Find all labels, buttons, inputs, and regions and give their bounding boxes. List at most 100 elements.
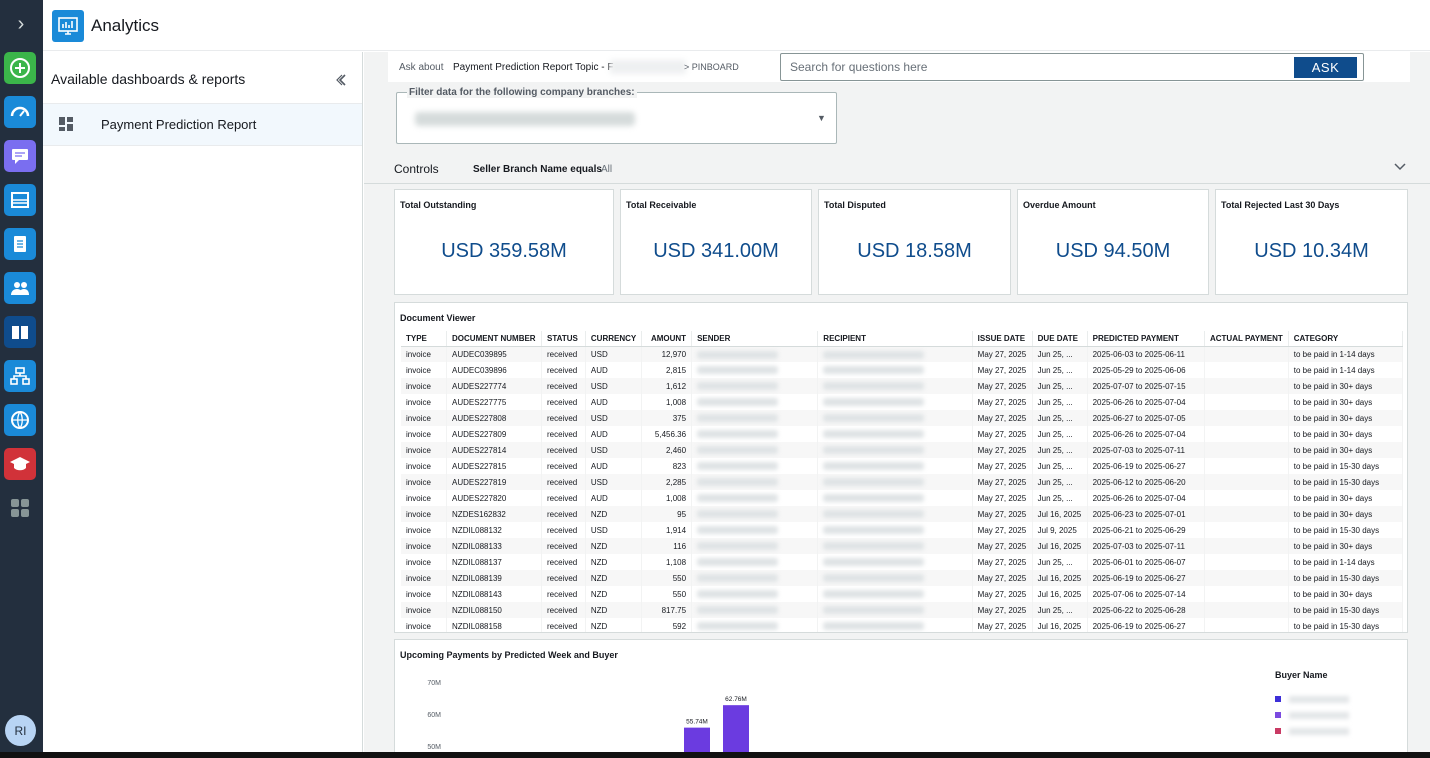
- table-row[interactable]: invoice AUDES227819 received USD 2,285 May 27…: [401, 474, 1404, 490]
- redacted-cell: [691, 554, 819, 570]
- table-cell: 375: [641, 410, 693, 426]
- table-cell: received: [541, 586, 586, 602]
- table-row[interactable]: invoice AUDES227809 received AUD 5,456.36 May…: [401, 426, 1404, 442]
- table-cell: invoice: [401, 618, 448, 632]
- branch-filter-dropdown[interactable]: Filter data for the following company br…: [396, 87, 837, 144]
- column-header[interactable]: DOCUMENT NUMBER: [446, 331, 542, 347]
- kpi-card[interactable]: Total Outstanding USD 359.58M: [394, 189, 614, 295]
- graduation-cap-icon[interactable]: [4, 448, 36, 480]
- column-header[interactable]: DUE DATE: [1032, 331, 1088, 347]
- table-cell: received: [541, 346, 586, 362]
- redacted-cell: [817, 618, 973, 632]
- dashboard-gauge-icon[interactable]: [4, 96, 36, 128]
- redacted-legend-label: [1289, 727, 1349, 735]
- column-header[interactable]: ISSUE DATE: [972, 331, 1033, 347]
- table-row[interactable]: invoice NZDIL088132 received USD 1,914 May 27…: [401, 522, 1404, 538]
- collapse-icon[interactable]: [335, 72, 351, 88]
- hierarchy-icon[interactable]: [4, 360, 36, 392]
- chevron-right-icon[interactable]: ›: [11, 13, 31, 35]
- dashboard-item-payment-prediction-report[interactable]: Payment Prediction Report: [43, 104, 362, 146]
- column-header[interactable]: SENDER: [691, 331, 819, 347]
- table-cell: [1204, 618, 1289, 632]
- pinboard-breadcrumb[interactable]: > PINBOARD: [684, 62, 739, 72]
- kpi-title: Total Disputed: [824, 200, 886, 210]
- redacted-cell: [817, 538, 973, 554]
- table-cell: Jun 25, ...: [1032, 602, 1088, 618]
- kpi-card[interactable]: Total Rejected Last 30 Days USD 10.34M: [1215, 189, 1408, 295]
- table-cell: Jun 25, ...: [1032, 378, 1088, 394]
- table-row[interactable]: invoice AUDEC039895 received USD 12,970 May 2…: [401, 346, 1404, 362]
- legend-item[interactable]: [1275, 691, 1349, 707]
- table-row[interactable]: invoice AUDES227774 received USD 1,612 May 27…: [401, 378, 1404, 394]
- table-cell: 2025-06-23 to 2025-07-01: [1087, 506, 1205, 522]
- kpi-value: USD 10.34M: [1254, 240, 1369, 262]
- topic-link[interactable]: Payment Prediction Report Topic - F: [453, 62, 613, 73]
- inbox-icon[interactable]: [4, 184, 36, 216]
- table-row[interactable]: invoice AUDES227808 received USD 375 May 27, …: [401, 410, 1404, 426]
- legend-item[interactable]: [1275, 707, 1349, 723]
- table-cell: AUDES227774: [446, 378, 542, 394]
- globe-icon[interactable]: [4, 404, 36, 436]
- table-row[interactable]: invoice NZDIL088133 received NZD 116 May 27, …: [401, 538, 1404, 554]
- legend-item[interactable]: [1275, 723, 1349, 739]
- table-cell: USD: [585, 346, 643, 362]
- control-condition: Seller Branch Name equals: [473, 164, 602, 175]
- apps-grid-icon[interactable]: [4, 492, 36, 524]
- column-header[interactable]: PREDICTED PAYMENT: [1087, 331, 1205, 347]
- table-row[interactable]: invoice NZDIL088137 received NZD 1,108 May 27…: [401, 554, 1404, 570]
- table-row[interactable]: invoice NZDIL088143 received NZD 550 May 27, …: [401, 586, 1404, 602]
- column-header[interactable]: CURRENCY: [585, 331, 643, 347]
- add-icon[interactable]: [4, 52, 36, 84]
- clipboard-icon[interactable]: [4, 228, 36, 260]
- table-cell: NZDIL088132: [446, 522, 542, 538]
- table-row[interactable]: invoice AUDES227815 received AUD 823 May 27, …: [401, 458, 1404, 474]
- legend-title: Buyer Name: [1275, 670, 1328, 680]
- table-cell: invoice: [401, 410, 448, 426]
- table-cell: 2,815: [641, 362, 693, 378]
- kpi-title: Total Rejected Last 30 Days: [1221, 200, 1340, 210]
- kpi-card[interactable]: Total Disputed USD 18.58M: [818, 189, 1011, 295]
- table-cell: received: [541, 602, 586, 618]
- kpi-card[interactable]: Total Receivable USD 341.00M: [620, 189, 812, 295]
- caret-down-icon[interactable]: ▼: [817, 113, 826, 123]
- column-header[interactable]: RECIPIENT: [817, 331, 973, 347]
- controls-bar[interactable]: Controls Seller Branch Name equals All: [364, 154, 1430, 184]
- table-cell: NZDIL088137: [446, 554, 542, 570]
- table-row[interactable]: invoice NZDES162832 received NZD 95 May 27, 2…: [401, 506, 1404, 522]
- table-cell: received: [541, 442, 586, 458]
- table-cell: May 27, 2025: [972, 442, 1033, 458]
- table-row[interactable]: invoice NZDIL088158 received NZD 592 May 27, …: [401, 618, 1404, 632]
- table-cell: AUD: [585, 394, 643, 410]
- table-row[interactable]: invoice NZDIL088150 received NZD 817.75 May 2…: [401, 602, 1404, 618]
- column-header[interactable]: CATEGORY: [1288, 331, 1404, 347]
- column-header[interactable]: STATUS: [541, 331, 586, 347]
- table-cell: received: [541, 522, 586, 538]
- table-row[interactable]: invoice AUDES227820 received AUD 1,008 May 27…: [401, 490, 1404, 506]
- chevron-down-icon[interactable]: [1394, 160, 1406, 175]
- table-cell: 1,612: [641, 378, 693, 394]
- kpi-card[interactable]: Overdue Amount USD 94.50M: [1017, 189, 1209, 295]
- column-header[interactable]: TYPE: [401, 331, 448, 347]
- table-row[interactable]: invoice NZDIL088139 received NZD 550 May 27, …: [401, 570, 1404, 586]
- users-icon[interactable]: [4, 272, 36, 304]
- redacted-cell: [817, 506, 973, 522]
- table-cell: USD: [585, 522, 643, 538]
- search-input[interactable]: [790, 60, 1280, 74]
- ask-button[interactable]: ASK: [1294, 57, 1357, 78]
- table-row[interactable]: invoice AUDES227775 received AUD 1,008 May 27…: [401, 394, 1404, 410]
- ask-bar: Ask about Payment Prediction Report Topi…: [388, 52, 1410, 82]
- chat-icon[interactable]: [4, 140, 36, 172]
- table-cell: received: [541, 410, 586, 426]
- table-cell: Jun 25, ...: [1032, 490, 1088, 506]
- table-row[interactable]: invoice AUDES227814 received USD 2,460 May 27…: [401, 442, 1404, 458]
- avatar[interactable]: RI: [5, 715, 36, 746]
- redacted-legend-label: [1289, 695, 1349, 703]
- column-header[interactable]: AMOUNT: [641, 331, 693, 347]
- table-row[interactable]: invoice AUDEC039896 received AUD 2,815 May 27…: [401, 362, 1404, 378]
- table-cell: invoice: [401, 586, 448, 602]
- redacted-cell: [817, 490, 973, 506]
- column-header[interactable]: ACTUAL PAYMENT: [1204, 331, 1289, 347]
- redacted-cell: [817, 554, 973, 570]
- table-cell: May 27, 2025: [972, 394, 1033, 410]
- book-icon[interactable]: [4, 316, 36, 348]
